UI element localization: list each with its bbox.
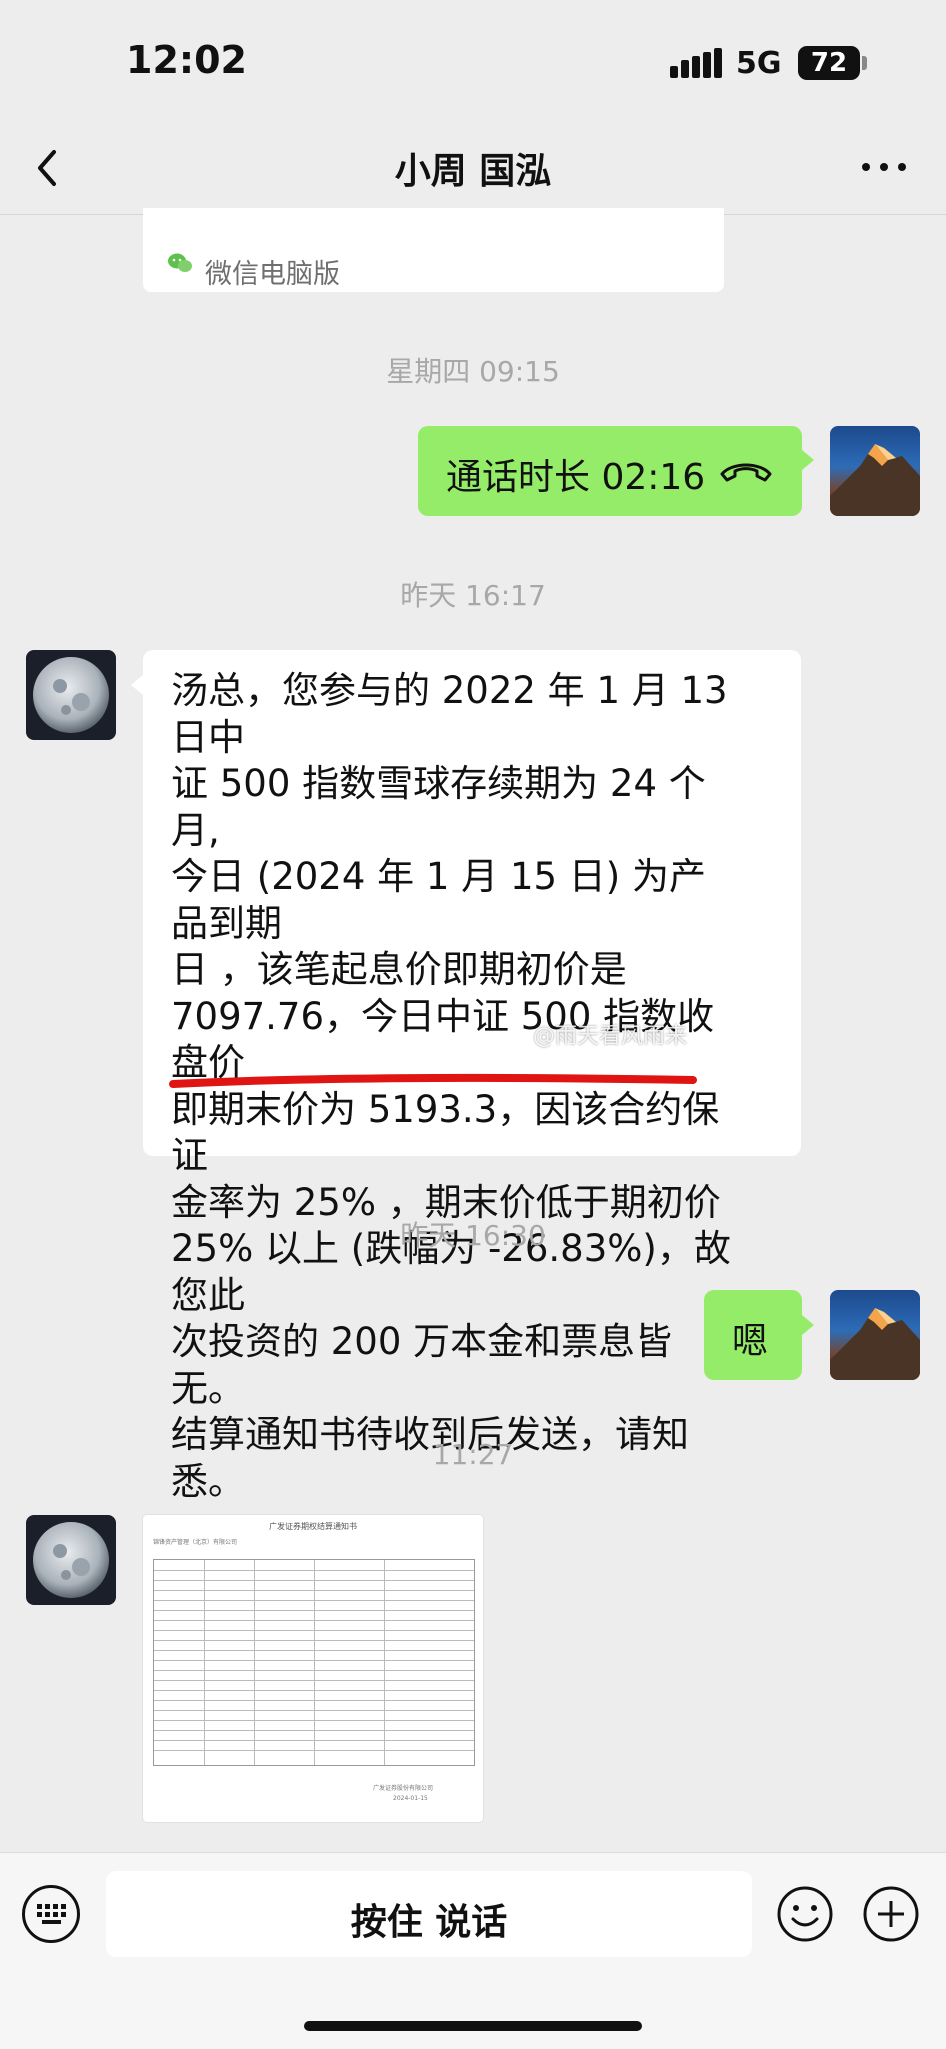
bubble-tail [131, 675, 143, 695]
timestamp: 星期四 09:15 [386, 355, 560, 388]
reply-bubble[interactable]: 嗯 [704, 1290, 802, 1380]
chat-title[interactable]: 小周 国泓 [0, 142, 946, 194]
red-underline-annotation [169, 1073, 697, 1088]
contact-avatar[interactable] [26, 1515, 116, 1605]
doc-table [153, 1559, 475, 1766]
doc-company: 锦锋资产管理（北京）有限公司 [153, 1539, 238, 1546]
battery-icon: 72 [798, 46, 860, 80]
home-indicator[interactable] [304, 2021, 642, 2031]
bubble-tail [802, 1315, 814, 1335]
doc-footer: 广发证券股份有限公司 [373, 1785, 434, 1792]
hold-to-talk-button[interactable]: 按住 说话 [106, 1871, 752, 1957]
input-bar: 按住 说话 [0, 1852, 946, 2049]
status-time: 12:02 [126, 38, 247, 82]
timestamp: 11:27 [432, 1438, 514, 1471]
message-bubble[interactable]: 汤总，您参与的 2022 年 1 月 13 日中 证 500 指数雪球存续期为 … [143, 650, 801, 1503]
reply-text: 嗯 [732, 1321, 769, 1362]
keyboard-icon[interactable] [22, 1885, 80, 1943]
bubble-tail [802, 450, 814, 470]
watermark: @雨天看风雨来 [533, 1024, 688, 1049]
my-avatar[interactable] [830, 426, 920, 516]
doc-title: 广发证券期权结算通知书 [269, 1522, 357, 1531]
hold-to-talk-label: 按住 说话 [350, 1902, 508, 1943]
more-options-icon[interactable] [856, 150, 912, 180]
call-record-bubble[interactable]: 通话时长 02:16 [418, 426, 802, 516]
plus-icon[interactable] [862, 1885, 920, 1943]
phone-hangup-icon [718, 452, 774, 490]
network-type: 5G [736, 46, 782, 81]
wechat-icon [167, 252, 193, 274]
settlement-notice-image[interactable]: 广发证券期权结算通知书 锦锋资产管理（北京）有限公司 广发证券股份有限公司 20… [143, 1515, 483, 1822]
battery-cap [862, 56, 867, 70]
my-avatar[interactable] [830, 1290, 920, 1380]
forwarded-card[interactable]: 微信电脑版 [143, 208, 724, 292]
timestamp: 昨天 16:30 [400, 1219, 546, 1252]
card-source-label: 微信电脑版 [205, 259, 340, 290]
call-duration-text: 通话时长 02:16 [446, 457, 706, 498]
timestamp: 昨天 16:17 [400, 579, 546, 612]
emoji-icon[interactable] [776, 1885, 834, 1943]
signal-strength-icon [670, 48, 722, 78]
doc-date: 2024-01-15 [393, 1795, 428, 1802]
contact-avatar[interactable] [26, 650, 116, 740]
